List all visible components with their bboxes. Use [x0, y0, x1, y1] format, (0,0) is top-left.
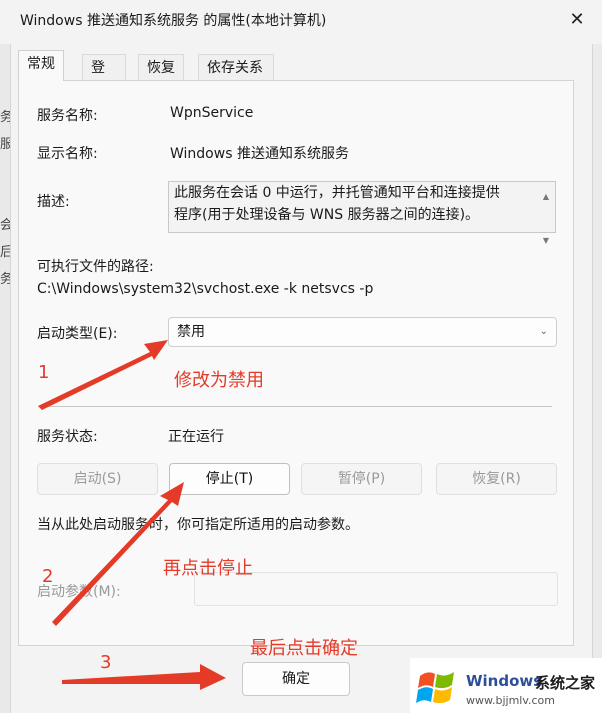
service-name-value: WpnService: [170, 105, 254, 121]
step3-text: 最后点击确定: [250, 638, 358, 659]
tab-general[interactable]: 常规: [18, 50, 64, 81]
tab-dependencies[interactable]: 依存关系: [198, 54, 274, 80]
arrow-to-ok-button: [62, 664, 226, 690]
background-char: 务: [0, 110, 10, 125]
watermark-brand-cn: 系统之家: [535, 674, 596, 692]
startup-type-label: 启动类型(E):: [37, 326, 118, 342]
tab-logon[interactable]: 登录: [82, 54, 126, 102]
window-title: Windows 推送通知系统服务 的属性(本地计算机): [20, 13, 327, 29]
service-name-label: 服务名称:: [37, 108, 98, 124]
step3-number: 3: [100, 652, 112, 673]
general-panel: [18, 80, 574, 646]
path-label: 可执行文件的路径:: [37, 259, 154, 275]
background-char: [0, 158, 10, 185]
background-window-right-edge: [592, 44, 602, 713]
step2-text: 再点击停止: [163, 558, 253, 579]
description-label: 描述:: [37, 194, 70, 210]
description-scrollbar[interactable]: ▲ ▼: [539, 184, 553, 245]
step2-number: 2: [42, 566, 54, 587]
divider: [38, 406, 552, 407]
service-status-label: 服务状态:: [37, 429, 98, 445]
display-name-value: Windows 推送通知系统服务: [170, 146, 349, 162]
description-line: 程序(用于处理设备与 WNS 服务器之间的连接)。: [174, 207, 480, 223]
chevron-down-icon: ⌄: [539, 326, 548, 337]
pause-button[interactable]: 暂停(P): [301, 463, 422, 495]
scroll-down-icon[interactable]: ▼: [539, 230, 553, 252]
resume-button[interactable]: 恢复(R): [436, 463, 557, 495]
background-char: 务: [0, 272, 10, 287]
description-box[interactable]: 此服务在会话 0 中运行，并托管通知平台和连接提供 程序(用于处理设备与 WNS…: [168, 181, 556, 245]
watermark-url: www.bjjmlv.com: [466, 694, 555, 707]
stop-button[interactable]: 停止(T): [169, 463, 290, 495]
path-value: C:\Windows\system32\svchost.exe -k netsv…: [37, 281, 374, 297]
watermark-brand: Windows: [466, 672, 543, 690]
close-button[interactable]: ✕: [560, 6, 594, 34]
scroll-up-icon[interactable]: ▲: [539, 186, 553, 208]
background-char: 后: [0, 245, 10, 260]
startup-type-value: 禁用: [177, 324, 205, 340]
description-line: 此服务在会话 0 中运行，并托管通知平台和连接提供: [174, 185, 500, 201]
background-char: 服: [0, 137, 10, 152]
tab-recovery[interactable]: 恢复: [138, 54, 184, 80]
start-button[interactable]: 启动(S): [37, 463, 158, 495]
startup-type-select[interactable]: 禁用 ⌄: [168, 317, 557, 347]
close-icon: ✕: [569, 9, 585, 30]
startup-params-hint: 当从此处启动服务时，你可指定所适用的启动参数。: [37, 517, 359, 533]
background-window-text: 务 服 会 后 务: [0, 104, 10, 293]
step1-text: 修改为禁用: [174, 370, 264, 391]
windows-logo-icon: [416, 672, 454, 704]
background-char: 会: [0, 218, 10, 233]
service-status-value: 正在运行: [168, 429, 224, 445]
display-name-label: 显示名称:: [37, 146, 98, 162]
step1-number: 1: [38, 362, 50, 383]
ok-button[interactable]: 确定: [242, 662, 350, 696]
background-char: [0, 185, 10, 212]
